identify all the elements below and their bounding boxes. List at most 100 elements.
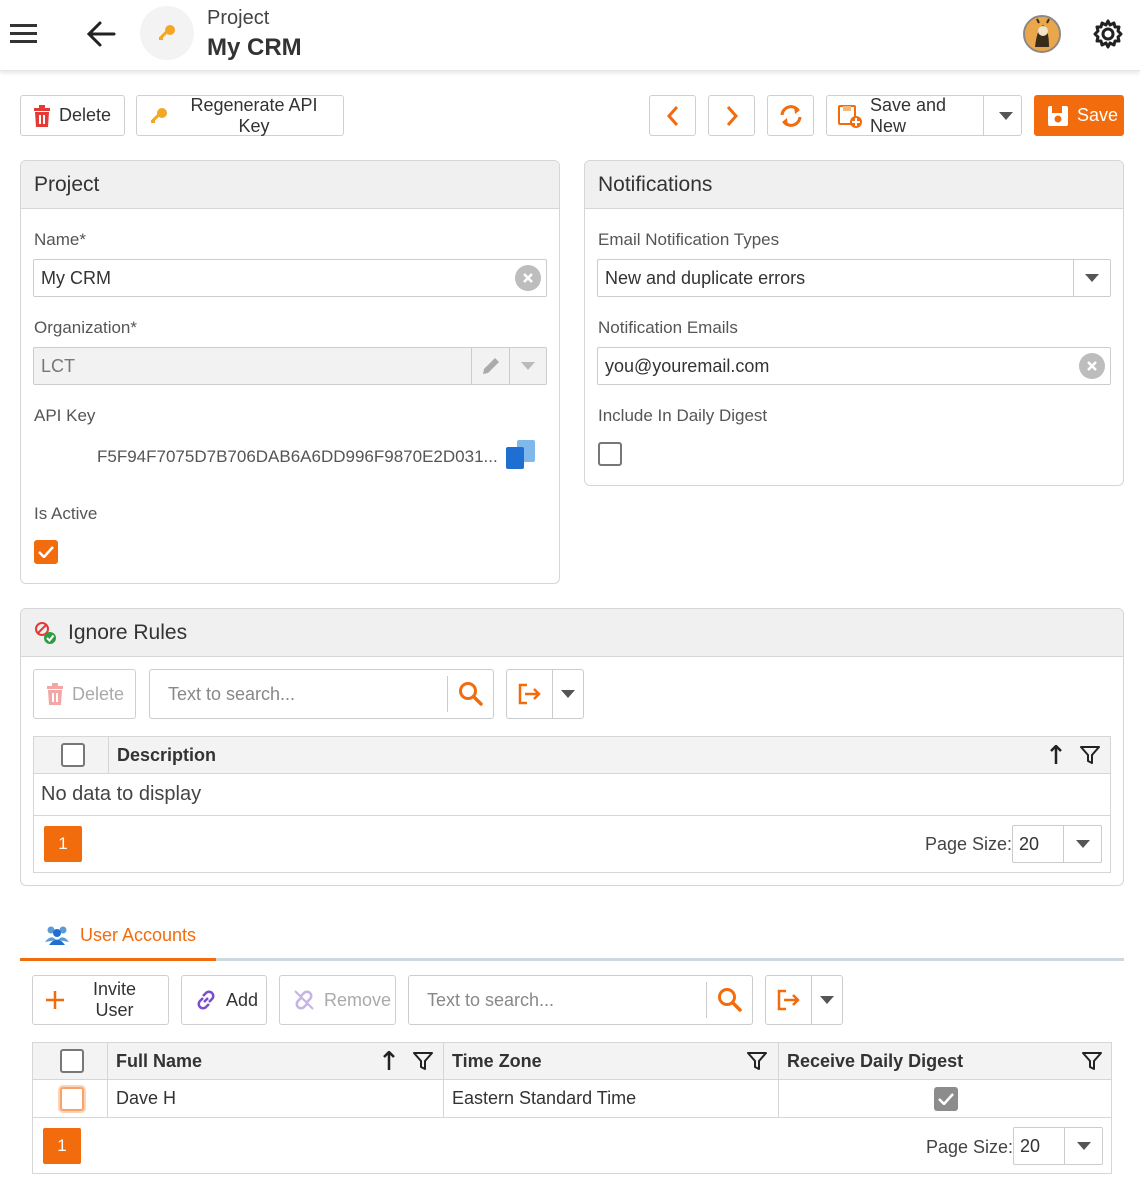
next-record-button[interactable] [708, 95, 755, 136]
column-header-description[interactable]: Description [108, 737, 1111, 774]
ignore-rules-search [149, 669, 494, 719]
key-icon [157, 23, 177, 43]
user-accounts-search-input[interactable] [425, 988, 706, 1012]
link-icon [194, 988, 218, 1012]
select-all-checkbox[interactable] [61, 743, 85, 767]
cell-time-zone: Eastern Standard Time [443, 1080, 779, 1117]
user-accounts-export-split [765, 975, 843, 1025]
edit-pencil-icon[interactable] [471, 348, 509, 384]
export-icon[interactable] [507, 670, 553, 718]
check-icon [38, 546, 54, 558]
ignore-rules-title: Ignore Rules [21, 609, 1123, 657]
ignore-rules-export-split [506, 669, 584, 719]
tab-user-accounts[interactable]: User Accounts [44, 924, 196, 946]
filter-icon[interactable] [1082, 1051, 1102, 1071]
organization-field[interactable]: LCT [33, 347, 547, 385]
trash-icon [33, 104, 51, 127]
caret-down-icon[interactable] [509, 348, 546, 384]
column-header-receive-daily-digest[interactable]: Receive Daily Digest [778, 1043, 1112, 1080]
invite-user-button[interactable]: Invite User [32, 975, 169, 1025]
api-key-value: F5F94F7075D7B706DAB6A6DD996F9870E2D031..… [97, 447, 498, 466]
page-size-select[interactable]: 20 [1012, 825, 1102, 863]
page-title: My CRM [207, 34, 302, 61]
user-accounts-grid-header: Full Name Time Zone Receive Daily Digest [33, 1043, 1111, 1080]
export-icon[interactable] [766, 976, 812, 1024]
user-accounts-grid: Full Name Time Zone Receive Daily Digest… [32, 1042, 1112, 1174]
page-subtitle: Project [207, 7, 270, 29]
add-user-button[interactable]: Add [181, 975, 267, 1025]
key-icon [149, 106, 169, 126]
user-accounts-search [408, 975, 753, 1025]
regenerate-api-key-button[interactable]: Regenerate API Key [136, 95, 344, 136]
refresh-button[interactable] [767, 95, 814, 136]
organization-label: Organization* [34, 318, 138, 337]
gear-icon[interactable] [1092, 18, 1124, 50]
clear-icon[interactable] [1079, 353, 1105, 379]
cell-full-name: Dave H [107, 1080, 443, 1117]
avatar[interactable] [1023, 15, 1061, 53]
back-arrow-icon[interactable] [86, 20, 116, 48]
project-panel-title: Project [21, 161, 559, 209]
email-notification-types-select[interactable]: New and duplicate errors [597, 259, 1111, 297]
cell-receive-daily-digest [778, 1080, 1112, 1117]
users-icon [44, 924, 70, 946]
filter-icon[interactable] [1080, 745, 1100, 765]
name-label: Name* [34, 230, 86, 249]
column-header-time-zone[interactable]: Time Zone [443, 1043, 779, 1080]
row-select-checkbox[interactable] [60, 1087, 84, 1111]
save-options-dropdown[interactable] [992, 96, 1021, 135]
search-icon[interactable] [706, 982, 752, 1018]
save-icon [1047, 105, 1069, 127]
save-and-new-split-button: Save and New [826, 95, 1022, 136]
caret-down-icon [1064, 1128, 1102, 1164]
ignore-rules-grid: Description No data to display 1 Page Si… [33, 736, 1111, 873]
sort-ascending-icon[interactable] [382, 1051, 396, 1071]
is-active-checkbox[interactable] [34, 540, 58, 564]
readonly-checked-checkbox [933, 1086, 958, 1111]
notification-emails-label: Notification Emails [598, 318, 738, 337]
filter-icon[interactable] [413, 1051, 433, 1071]
page-button[interactable]: 1 [44, 826, 82, 862]
ignore-rules-search-input[interactable] [166, 682, 447, 706]
page-size-label: Page Size: [926, 1137, 1014, 1157]
clear-icon[interactable] [515, 265, 541, 291]
ignore-rules-grid-header: Description [34, 737, 1110, 774]
remove-user-button[interactable]: Remove [279, 975, 396, 1025]
sort-ascending-icon[interactable] [1049, 745, 1063, 765]
ignore-rules-delete-button[interactable]: Delete [33, 669, 136, 719]
empty-grid-message: No data to display [41, 783, 202, 805]
page-size-select[interactable]: 20 [1013, 1127, 1103, 1165]
save-and-new-button[interactable]: Save and New [827, 95, 984, 136]
save-button[interactable]: Save [1034, 95, 1124, 136]
app-header: Project My CRM [0, 0, 1140, 71]
unlink-icon [292, 988, 316, 1012]
select-all-checkbox[interactable] [60, 1049, 84, 1073]
caret-down-icon[interactable] [1073, 260, 1110, 296]
api-key-label: API Key [34, 406, 96, 425]
chevron-right-icon [725, 105, 739, 127]
include-daily-digest-checkbox[interactable] [598, 442, 622, 466]
caret-down-icon[interactable] [812, 976, 842, 1024]
notifications-panel-title: Notifications [585, 161, 1123, 209]
filter-icon[interactable] [747, 1051, 767, 1071]
caret-down-icon[interactable] [553, 670, 583, 718]
delete-button[interactable]: Delete [20, 95, 125, 136]
page-button[interactable]: 1 [43, 1128, 81, 1164]
is-active-label: Is Active [34, 504, 98, 523]
save-new-icon [838, 104, 862, 128]
search-icon[interactable] [447, 676, 493, 712]
copy-icon[interactable] [505, 440, 537, 470]
hamburger-icon[interactable] [9, 22, 39, 46]
notification-emails-field[interactable]: you@youremail.com [597, 347, 1111, 385]
plus-icon [45, 990, 65, 1010]
ignore-rules-icon [34, 621, 58, 645]
include-daily-digest-label: Include In Daily Digest [598, 406, 768, 425]
name-field[interactable]: My CRM [33, 259, 547, 297]
trash-icon [46, 683, 64, 705]
previous-record-button[interactable] [649, 95, 696, 136]
refresh-icon [778, 104, 804, 128]
project-key-badge [140, 6, 194, 60]
caret-down-icon [1063, 826, 1101, 862]
email-notification-types-label: Email Notification Types [598, 230, 780, 249]
chevron-left-icon [666, 105, 680, 127]
